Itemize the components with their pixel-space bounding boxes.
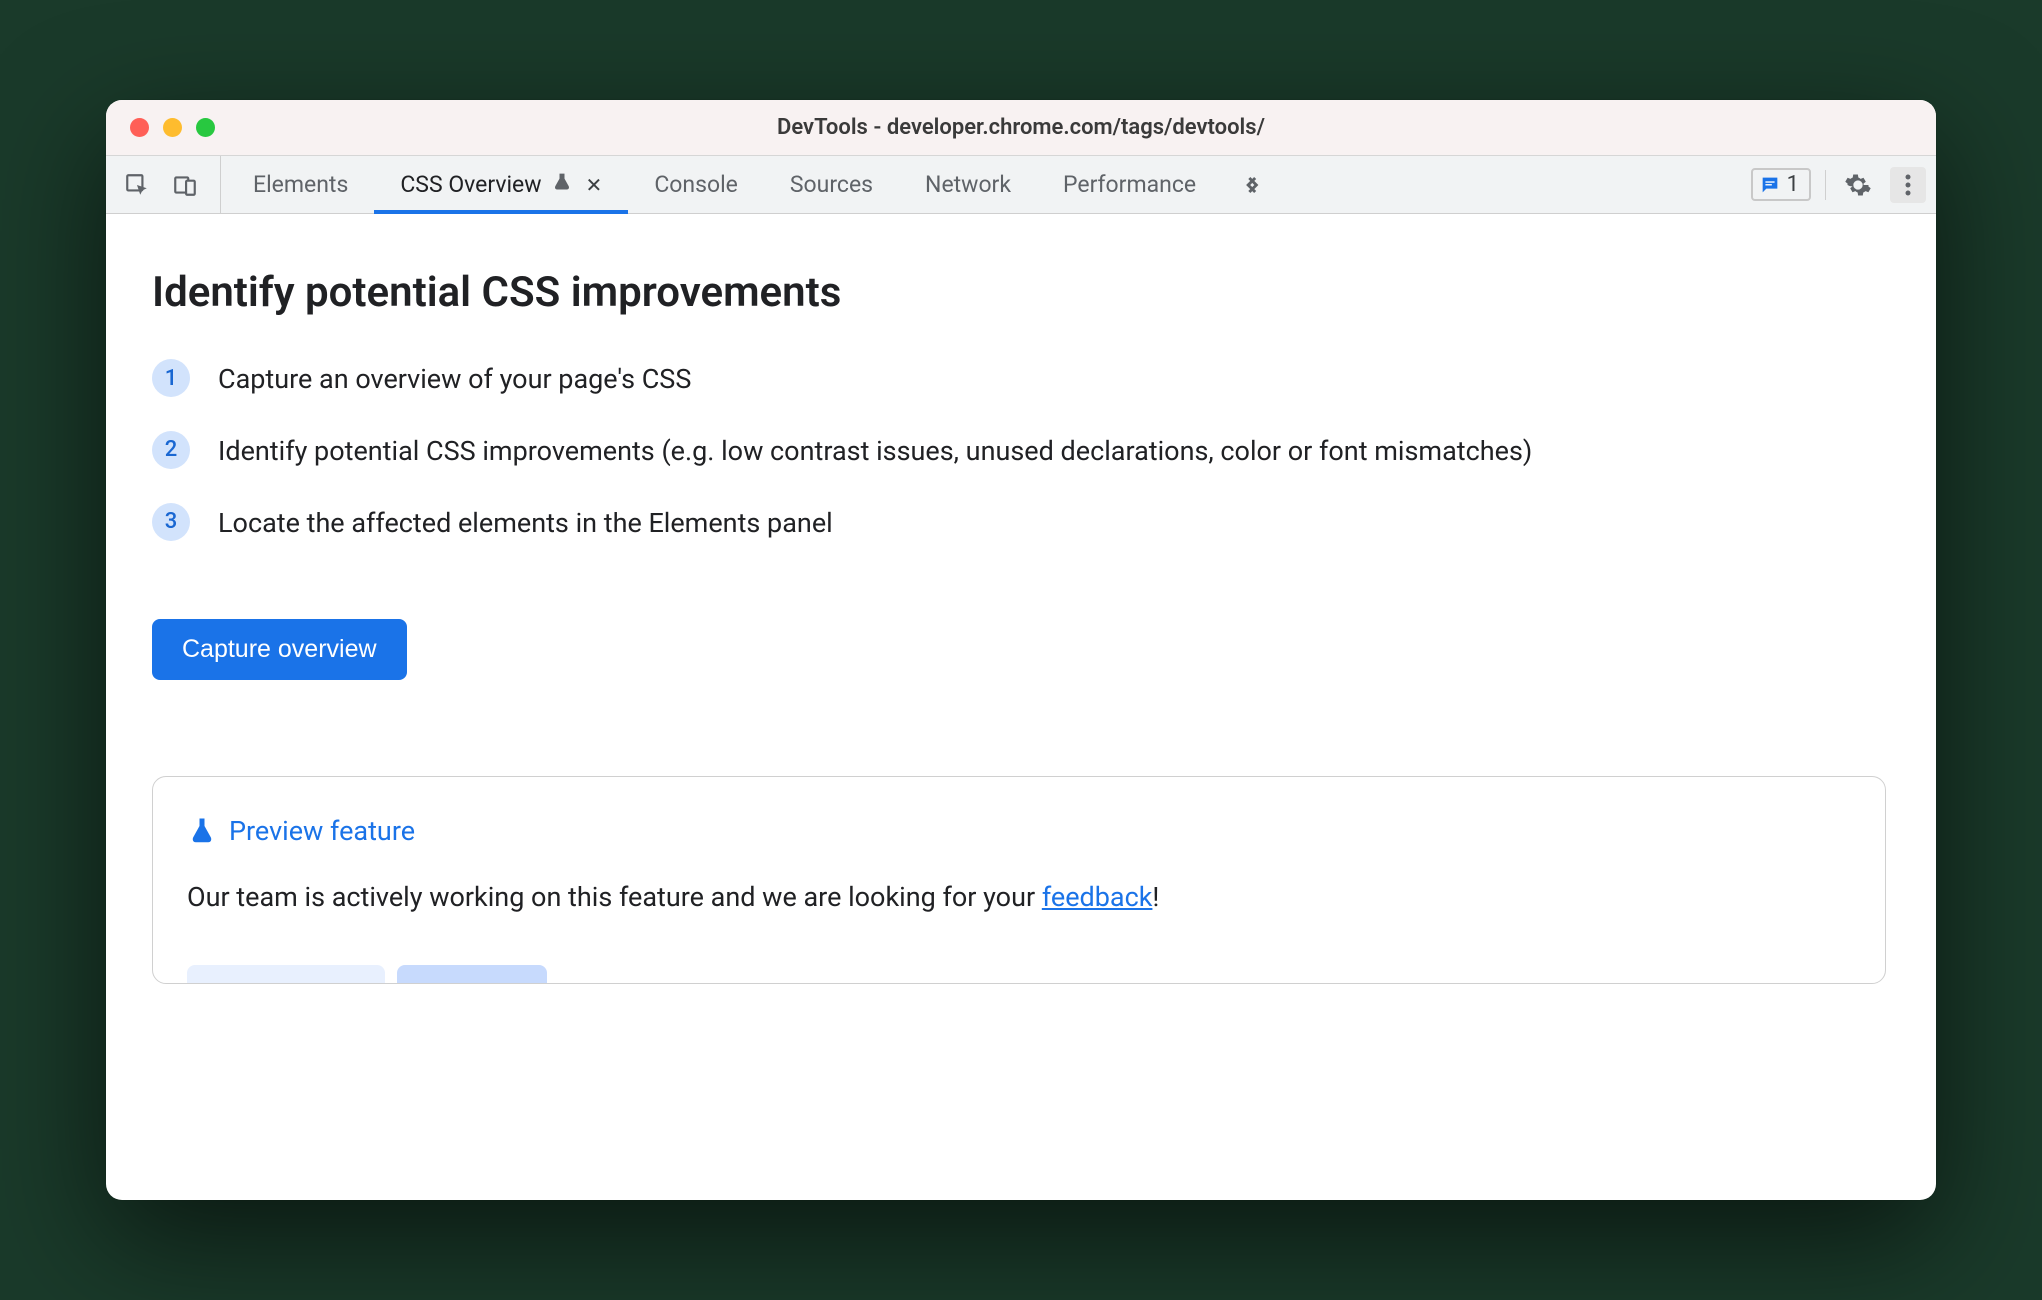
minimize-window-button[interactable] [163,118,182,137]
capture-overview-button[interactable]: Capture overview [152,619,407,680]
inspect-element-icon[interactable] [122,170,152,200]
divider [1825,170,1826,200]
panel-tabs: Elements CSS Overview ✕ Console Sources … [227,156,1739,213]
preview-text-post: ! [1152,881,1159,913]
tab-label: Elements [253,171,348,198]
step-number: 2 [152,431,190,469]
titlebar: DevTools - developer.chrome.com/tags/dev… [106,100,1936,156]
step-text: Locate the affected elements in the Elem… [218,503,833,545]
peek-segment [397,965,547,983]
panel-content: Identify potential CSS improvements 1 Ca… [106,214,1936,1200]
step-number: 3 [152,503,190,541]
step-number: 1 [152,359,190,397]
tab-sources[interactable]: Sources [764,156,899,213]
tab-label: Performance [1063,171,1196,198]
page-heading: Identify potential CSS improvements [152,268,1890,317]
more-tabs-button[interactable] [1222,156,1286,213]
tab-label: Console [654,171,738,198]
step-item: 3 Locate the affected elements in the El… [152,503,1890,545]
tab-label: CSS Overview [400,171,541,198]
traffic-lights [106,118,215,137]
toolbar-left-group [122,156,221,213]
more-options-button[interactable] [1890,167,1926,203]
tab-css-overview[interactable]: CSS Overview ✕ [374,156,628,213]
partial-content-peek [187,965,547,983]
step-item: 1 Capture an overview of your page's CSS [152,359,1890,401]
close-window-button[interactable] [130,118,149,137]
preview-title: Preview feature [229,815,415,847]
kebab-icon [1905,173,1911,197]
issues-badge[interactable]: 1 [1751,168,1811,201]
gear-icon [1844,171,1872,199]
tab-network[interactable]: Network [899,156,1037,213]
maximize-window-button[interactable] [196,118,215,137]
flask-icon [552,171,572,198]
tab-performance[interactable]: Performance [1037,156,1222,213]
window-title: DevTools - developer.chrome.com/tags/dev… [106,115,1936,140]
steps-list: 1 Capture an overview of your page's CSS… [152,359,1890,545]
toolbar-right-group: 1 [1739,156,1926,213]
device-toggle-icon[interactable] [170,170,200,200]
tab-console[interactable]: Console [628,156,764,213]
preview-feature-card: Preview feature Our team is actively wor… [152,776,1886,984]
issues-count: 1 [1787,172,1799,197]
feedback-link[interactable]: feedback [1042,881,1153,913]
close-tab-icon[interactable]: ✕ [582,173,603,197]
peek-segment [187,965,385,983]
step-item: 2 Identify potential CSS improvements (e… [152,431,1890,473]
step-text: Identify potential CSS improvements (e.g… [218,431,1532,473]
preview-body: Our team is actively working on this fea… [187,881,1851,913]
step-text: Capture an overview of your page's CSS [218,359,691,401]
tab-elements[interactable]: Elements [227,156,374,213]
chat-icon [1759,174,1781,196]
devtools-toolbar: Elements CSS Overview ✕ Console Sources … [106,156,1936,214]
devtools-window: DevTools - developer.chrome.com/tags/dev… [106,100,1936,1200]
settings-button[interactable] [1840,167,1876,203]
preview-heading: Preview feature [187,815,1851,847]
tab-label: Sources [790,171,873,198]
flask-icon [187,816,217,846]
tab-label: Network [925,171,1011,198]
preview-text-pre: Our team is actively working on this fea… [187,881,1042,913]
